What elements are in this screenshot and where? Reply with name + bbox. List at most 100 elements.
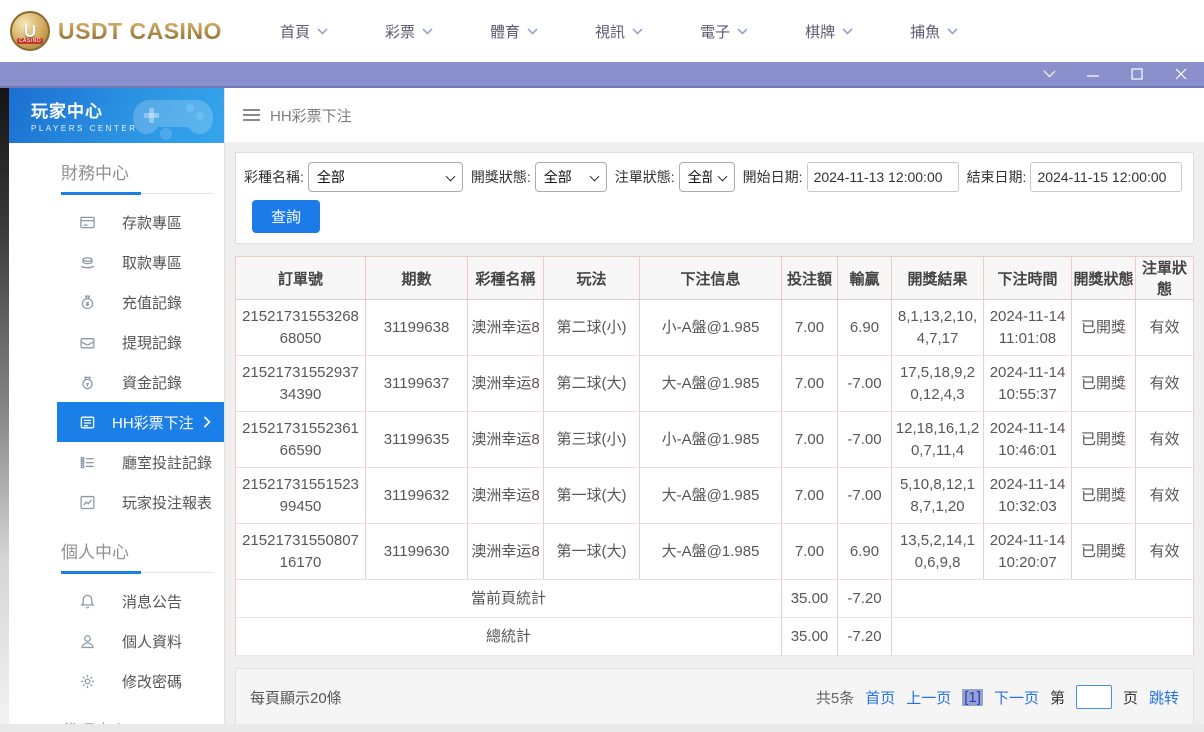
sidebar-item[interactable]: 玩家投注報表 — [9, 482, 224, 522]
draw-status-select[interactable]: 全部 — [534, 162, 607, 192]
sidebar-sections: 財務中心 存款專區 取款專區 充值記錄 提現記錄 資金記錄 HH彩票下注 廳室投註記錄 玩家投注… — [9, 159, 224, 724]
chevron-right-icon — [203, 416, 211, 428]
lottery-name-select[interactable]: 全部 — [307, 162, 463, 192]
prev-page-link[interactable]: 上一页 — [906, 687, 951, 708]
table-cell: 2024-11-14 11:01:08 — [983, 299, 1072, 356]
table-header-cell: 投注額 — [781, 256, 838, 300]
page-jump-input[interactable] — [1075, 685, 1112, 709]
table-cell: 第一球(大) — [543, 467, 640, 524]
table-cell: 7.00 — [781, 411, 838, 468]
section-underline — [61, 192, 213, 195]
table-cell: 小-A盤@1.985 — [639, 411, 782, 468]
filter-actions: 查詢 — [244, 200, 1185, 233]
sidebar-item[interactable]: 消息公告 — [9, 581, 224, 621]
sidebar-item-label: 提現記錄 — [122, 334, 183, 352]
table-row: 2152173155236166590 31199635 澳洲幸运8 第三球(小) 小-… — [235, 411, 1194, 468]
bell-icon — [80, 594, 95, 608]
brand-badge-icon: U CASINO — [10, 11, 50, 51]
sidebar-item[interactable]: 提現記錄 — [9, 322, 224, 362]
table-cell: 6.90 — [837, 299, 892, 356]
table-cell: 澳洲幸运8 — [467, 523, 544, 580]
table-cell: 2024-11-14 10:32:03 — [983, 467, 1072, 524]
table-cell: 31199637 — [365, 355, 468, 412]
table-cell: 2152173155236166590 — [235, 411, 366, 468]
table-cell: 第三球(小) — [543, 411, 640, 468]
close-button[interactable] — [1174, 67, 1188, 81]
sidebar-section: 代理中心 — [9, 717, 224, 724]
titlebar-dropdown-chevron-icon[interactable] — [1042, 67, 1056, 81]
order-status-select[interactable]: 全部 — [678, 162, 735, 192]
sidebar-item[interactable]: 修改密碼 — [9, 661, 224, 701]
nav-item-sports[interactable]: 體育 — [490, 21, 538, 42]
sidebar-item-list: 存款專區 取款專區 充值記錄提現記錄資金記錄 HH彩票下注 廳室投註記錄 玩家投注報表 — [9, 202, 224, 522]
brand-name: USDT CASINO — [58, 17, 222, 44]
summary-label: 當前頁統計 — [235, 579, 782, 618]
minimize-button[interactable] — [1086, 67, 1100, 81]
summary-row: 當前頁統計 35.00 -7.20 — [235, 579, 1194, 618]
table-row: 2152173155152399450 31199632 澳洲幸运8 第一球(大) 大-… — [235, 467, 1194, 524]
withdrawal-record-icon — [80, 337, 95, 348]
bet-table: 訂單號 期數 彩種名稱 玩法 下注信息 投注額 輸贏 開獎結果 下注時間 開獎狀態 注單狀態 215… — [235, 256, 1194, 656]
content: 彩種名稱: 全部 開獎狀態: 全部 注單狀態: 全部 開始日期: 2024-11… — [225, 142, 1204, 724]
lottery-name-label: 彩種名稱: — [244, 169, 304, 185]
left-edge-decoration — [0, 88, 9, 724]
summary-label: 總統計 — [235, 617, 782, 656]
table-header-cell: 期數 — [365, 256, 468, 300]
nav-item-fishing[interactable]: 捕魚 — [910, 21, 958, 42]
app-window: U CASINO USDT CASINO 首頁 彩票 體育 視訊 電子 棋牌 捕魚 玩家中心… — [0, 0, 1204, 732]
brand-badge-caption: CASINO — [16, 38, 44, 44]
maximize-button[interactable] — [1130, 67, 1144, 81]
sidebar-item[interactable]: 取款專區 — [9, 242, 224, 282]
order-status-label: 注單狀態: — [614, 169, 675, 185]
sidebar-item[interactable]: 廳室投註記錄 — [9, 442, 224, 482]
nav-item-chess[interactable]: 棋牌 — [805, 21, 853, 42]
sidebar-header: 玩家中心 PLAYERS CENTER — [9, 88, 224, 143]
sidebar-item-label: 消息公告 — [122, 593, 183, 611]
sidebar-item[interactable]: 充值記錄 — [9, 282, 224, 322]
pagination-bar: 每頁顯示20條 共5条 首页 上一页 [1] 下一页 第 页 跳转 — [235, 668, 1194, 724]
nav-item-electronic[interactable]: 電子 — [700, 21, 748, 42]
menu-icon[interactable] — [243, 109, 260, 121]
summary-winloss-total: -7.20 — [837, 579, 892, 618]
table-cell: 澳洲幸运8 — [467, 467, 544, 524]
nav-item-home[interactable]: 首頁 — [280, 21, 328, 42]
brand-logo[interactable]: U CASINO USDT CASINO — [10, 11, 248, 51]
table-cell: 17,5,18,9,20,12,4,3 — [891, 355, 984, 412]
table-cell: -7.00 — [837, 355, 892, 412]
sidebar: 玩家中心 PLAYERS CENTER 財務中心 存款專區 取款專區 充值記錄 提現記錄… — [9, 88, 225, 724]
breadcrumb: HH彩票下注 — [225, 88, 1204, 142]
nav-item-label: 首頁 — [280, 23, 311, 41]
search-button[interactable]: 查詢 — [252, 200, 321, 233]
total-count: 共5条 — [815, 689, 855, 707]
section-underline — [61, 571, 213, 574]
table-cell: -7.00 — [837, 411, 892, 468]
jump-button[interactable]: 跳转 — [1149, 687, 1179, 708]
sidebar-item[interactable]: 資金記錄 — [9, 362, 224, 402]
end-date-input[interactable] — [1030, 162, 1183, 192]
next-page-link[interactable]: 下一页 — [994, 687, 1039, 708]
table-cell: 7.00 — [781, 299, 838, 356]
table-row: 2152173155326868050 31199638 澳洲幸运8 第二球(小) 小-… — [235, 299, 1194, 356]
window-titlebar — [0, 62, 1204, 88]
first-page-link[interactable]: 首页 — [865, 687, 895, 708]
nav-item-video[interactable]: 視訊 — [595, 21, 643, 42]
table-cell: 2024-11-14 10:55:37 — [983, 355, 1072, 412]
filter-row: 彩種名稱: 全部 開獎狀態: 全部 注單狀態: 全部 開始日期: 2024-11… — [244, 162, 1185, 192]
chevron-down-icon — [737, 27, 748, 35]
sidebar-item[interactable]: HH彩票下注 — [57, 402, 224, 442]
table-cell: 有效 — [1135, 523, 1194, 580]
sidebar-item-list: 消息公告個人資料 修改密碼 — [9, 581, 224, 701]
nav-item-label: 彩票 — [385, 23, 416, 41]
table-header-row: 訂單號 期數 彩種名稱 玩法 下注信息 投注額 輸贏 開獎結果 下注時間 開獎狀態 注單狀態 — [235, 256, 1194, 300]
sidebar-item[interactable]: 個人資料 — [9, 621, 224, 661]
sidebar-item[interactable]: 存款專區 — [9, 202, 224, 242]
start-date-input[interactable] — [806, 162, 959, 192]
table-cell: 2152173155080716170 — [235, 523, 366, 580]
lottery-name-select-wrap: 全部 — [307, 162, 463, 192]
table-header-cell: 輸贏 — [837, 256, 892, 300]
order-status-select-wrap: 全部 — [678, 162, 735, 192]
nav-item-lottery[interactable]: 彩票 — [385, 21, 433, 42]
summary-bet-total: 35.00 — [781, 579, 838, 618]
table-cell: 13,5,2,14,10,6,9,8 — [891, 523, 984, 580]
gamepad-icon — [133, 100, 213, 140]
